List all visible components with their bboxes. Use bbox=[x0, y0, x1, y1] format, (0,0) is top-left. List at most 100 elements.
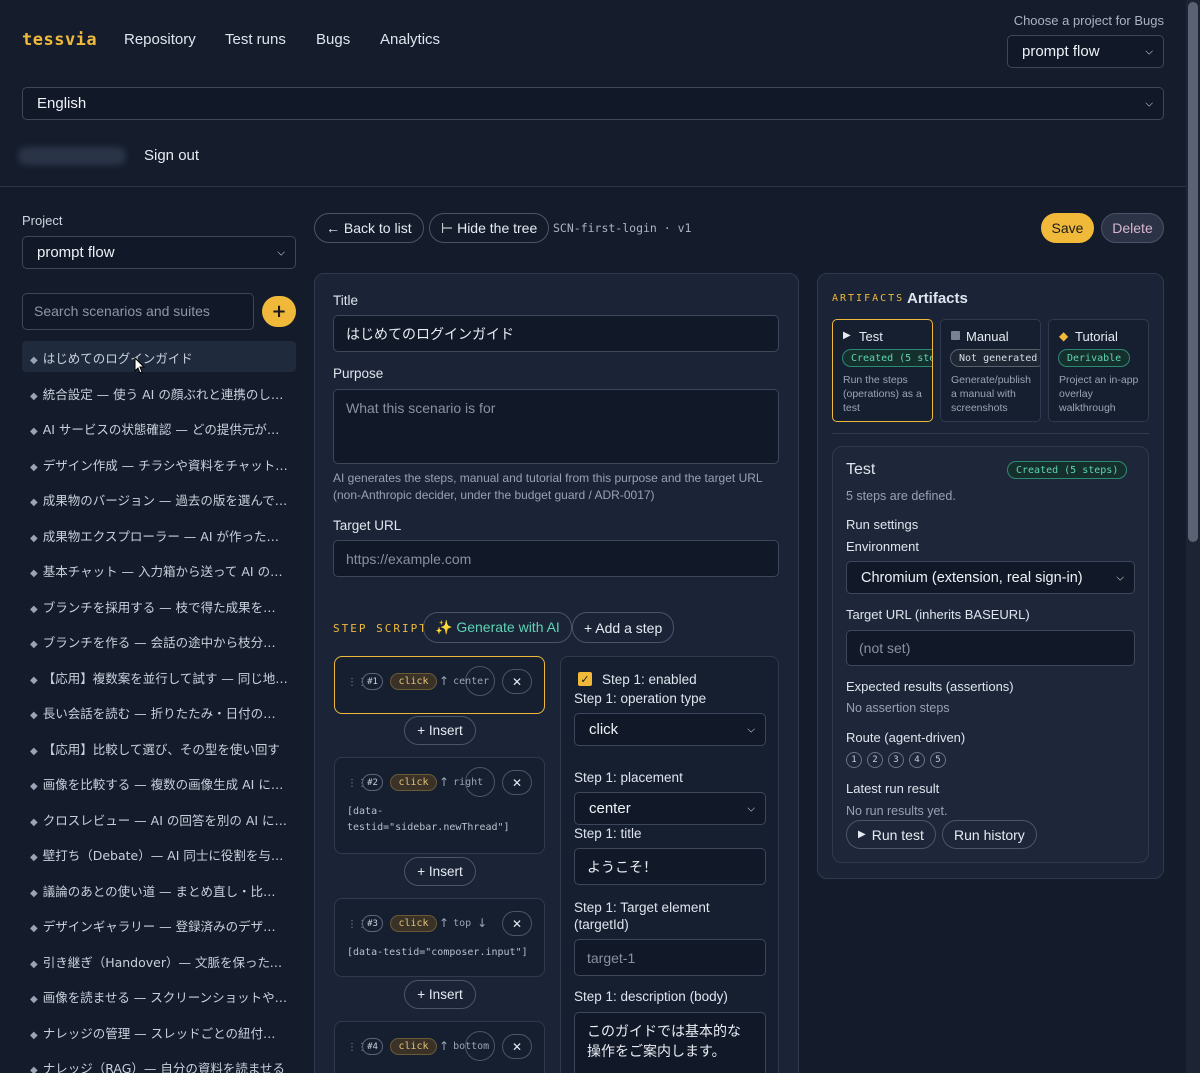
nav-bugs[interactable]: Bugs bbox=[316, 31, 350, 48]
add-step-button[interactable]: + Add a step bbox=[572, 612, 675, 643]
move-down-button[interactable] bbox=[465, 1031, 495, 1061]
scenario-search-input[interactable]: Search scenarios and suites bbox=[22, 293, 254, 330]
nav-analytics[interactable]: Analytics bbox=[380, 31, 440, 48]
route-step[interactable]: 2 bbox=[867, 752, 883, 768]
target-url-label: Target URL bbox=[333, 518, 402, 533]
scenario-list-item[interactable]: ◆ AI サービスの状態確認 — どの提供元が使えるか bbox=[22, 412, 296, 443]
step-card-2[interactable]: ⋮⋮ #2 click ↑ right ✕ [data-testid="side… bbox=[334, 757, 545, 854]
page-scrollbar[interactable] bbox=[1186, 0, 1200, 1073]
route-step[interactable]: 1 bbox=[846, 752, 862, 768]
test-target-url-input[interactable]: (not set) bbox=[846, 630, 1135, 666]
title-input[interactable]: はじめてのログインガイド bbox=[333, 315, 779, 352]
top-header: tessvia Repository Test runs Bugs Analyt… bbox=[0, 0, 1186, 187]
bug-project-select-value: prompt flow bbox=[1022, 43, 1100, 60]
insert-step-button[interactable]: + Insert bbox=[404, 716, 476, 745]
scenario-list-item[interactable]: ◆ 統合設定 — 使う AI の顔ぶれと連携のしくみ bbox=[22, 377, 296, 408]
step-card-3[interactable]: ⋮⋮ #3 click ↑ top ↓ ✕ [data-testid="comp… bbox=[334, 898, 545, 977]
scenario-list-item[interactable]: ◆ ブランチを採用する — 枝で得た成果を元に戻す bbox=[22, 590, 296, 621]
artifact-card-test[interactable]: ▶ Test Created (5 steps) Run the steps (… bbox=[832, 319, 933, 422]
nav-test-runs[interactable]: Test runs bbox=[225, 31, 286, 48]
chevron-down-icon: ⌵ bbox=[1116, 572, 1124, 583]
route-step[interactable]: 5 bbox=[930, 752, 946, 768]
scenario-label: 引き継ぎ（Handover）— 文脈を保ったまま移る bbox=[42, 954, 296, 970]
generate-with-ai-button[interactable]: ✨ Generate with AI bbox=[423, 612, 572, 643]
scenario-label: ブランチを採用する — 枝で得た成果を元に戻す bbox=[42, 599, 296, 615]
remove-step-button[interactable]: ✕ bbox=[502, 669, 532, 694]
bug-project-select[interactable]: prompt flow ⌵ bbox=[1007, 35, 1164, 68]
artifact-card-manual[interactable]: Manual Not generated Generate/publish a … bbox=[940, 319, 1041, 422]
route-step[interactable]: 4 bbox=[909, 752, 925, 768]
chevron-down-icon: ⌵ bbox=[1145, 98, 1153, 109]
environment-label: Environment bbox=[846, 539, 919, 554]
scenario-list-item[interactable]: ◆ ナレッジ（RAG）— 自分の資料を読ませる bbox=[22, 1051, 296, 1073]
step-card-1[interactable]: ⋮⋮ #1 click ↑ center ✕ bbox=[334, 656, 545, 714]
sign-out-link[interactable]: Sign out bbox=[144, 147, 199, 164]
scenario-list-item[interactable]: ◆ デザインギャラリー — 登録済みのデザイン一覧 bbox=[22, 909, 296, 940]
scenario-list-item[interactable]: ◆ クロスレビュー — AI の回答を別の AI にチェック bbox=[22, 803, 296, 834]
remove-step-button[interactable]: ✕ bbox=[502, 1034, 532, 1059]
environment-select[interactable]: Chromium (extension, real sign-in) ⌵ bbox=[846, 561, 1135, 594]
brand-logo[interactable]: tessvia bbox=[22, 30, 97, 50]
project-select[interactable]: prompt flow ⌵ bbox=[22, 236, 296, 269]
step-selector: [data-testid="composer.input"] bbox=[347, 947, 528, 958]
scenario-list-item[interactable]: ◆ 基本チャット — 入力箱から送って AI の返答 bbox=[22, 554, 296, 585]
scenario-list-item[interactable]: ◆ 成果物のバージョン — 過去の版を選んで戻す bbox=[22, 483, 296, 514]
target-element-input[interactable]: target-1 bbox=[574, 939, 766, 976]
move-down-button[interactable] bbox=[465, 666, 495, 696]
divider bbox=[832, 433, 1149, 434]
run-test-button[interactable]: ▶ Run test bbox=[846, 820, 936, 849]
scenario-list-item[interactable]: ◆ ブランチを作る — 会話の途中から枝分かれ bbox=[22, 625, 296, 656]
scenario-list-item[interactable]: ◆ 引き継ぎ（Handover）— 文脈を保ったまま移る bbox=[22, 945, 296, 976]
nav-repository[interactable]: Repository bbox=[124, 31, 196, 48]
route-steps: 1 2 3 4 5 bbox=[846, 752, 951, 768]
play-icon: ▶ bbox=[858, 829, 866, 840]
save-button[interactable]: Save bbox=[1041, 213, 1094, 243]
scenario-list-item[interactable]: ◆ 長い会話を読む — 折りたたみ・日付の区切り bbox=[22, 696, 296, 727]
target-url-input[interactable]: https://example.com bbox=[333, 540, 779, 577]
scenario-list-item[interactable]: ◆ 画像を比較する — 複数の画像生成 AI に同時 bbox=[22, 767, 296, 798]
scenario-list-item[interactable]: ◆ 【応用】複数案を並行して試す — 同じ地点から bbox=[22, 661, 296, 692]
add-scenario-button[interactable]: + bbox=[262, 296, 296, 327]
run-history-button[interactable]: Run history bbox=[942, 820, 1037, 849]
remove-step-button[interactable]: ✕ bbox=[502, 911, 532, 936]
purpose-textarea[interactable]: What this scenario is for bbox=[333, 389, 779, 464]
latest-run-value: No run results yet. bbox=[846, 804, 948, 818]
step-number: #4 bbox=[362, 1038, 383, 1055]
scenario-list-item[interactable]: ◆ 議論のあとの使い道 — まとめ直し・比較表 bbox=[22, 874, 296, 905]
insert-step-button[interactable]: + Insert bbox=[404, 857, 476, 886]
scenario-label: 【応用】比較して選び、その型を使い回す bbox=[42, 741, 280, 757]
scenario-list-item[interactable]: ◆ 【応用】比較して選び、その型を使い回す bbox=[22, 732, 296, 763]
remove-step-button[interactable]: ✕ bbox=[502, 770, 532, 795]
scenario-list: ◆ はじめてのログインガイド ◆ 統合設定 — 使う AI の顔ぶれと連携のしくみ ◆ A… bbox=[22, 341, 296, 1073]
hide-tree-button[interactable]: ⊢ Hide the tree bbox=[429, 213, 550, 243]
environment-value: Chromium (extension, real sign-in) bbox=[861, 569, 1083, 586]
arrow-down-icon[interactable]: ↓ bbox=[477, 916, 487, 930]
scenario-list-item[interactable]: ◆ 壁打ち（Debate）— AI 同士に役割を与えて議論 bbox=[22, 838, 296, 869]
move-down-button[interactable] bbox=[465, 767, 495, 797]
diamond-icon: ◆ bbox=[30, 426, 38, 437]
scenario-list-item[interactable]: ◆ 画像を読ませる — スクリーンショットや写真 bbox=[22, 980, 296, 1011]
back-to-list-button[interactable]: ← Back to list bbox=[314, 213, 424, 243]
scenario-label: 成果物エクスプローラー — AI が作ったファイル bbox=[42, 528, 296, 544]
step-title-input[interactable]: ようこそ！ bbox=[574, 848, 766, 885]
placement-select[interactable]: center ⌵ bbox=[574, 792, 766, 825]
scenario-list-item[interactable]: ◆ はじめてのログインガイド bbox=[22, 341, 296, 372]
scenario-list-item[interactable]: ◆ ナレッジの管理 — スレッドごとの紐付け設定 bbox=[22, 1016, 296, 1047]
scenario-label: 成果物のバージョン — 過去の版を選んで戻す bbox=[42, 493, 296, 508]
purpose-label: Purpose bbox=[333, 366, 384, 381]
project-select-value: prompt flow bbox=[37, 244, 115, 261]
route-step[interactable]: 3 bbox=[888, 752, 904, 768]
scenario-list-item[interactable]: ◆ デザイン作成 — チラシや資料をチャットで作る bbox=[22, 448, 296, 479]
operation-type-select[interactable]: click ⌵ bbox=[574, 713, 766, 746]
step-body-textarea[interactable]: このガイドでは基本的な操作をご案内します。 bbox=[574, 1012, 766, 1073]
scenario-list-item[interactable]: ◆ 成果物エクスプローラー — AI が作ったファイル bbox=[22, 519, 296, 550]
insert-step-button[interactable]: + Insert bbox=[404, 980, 476, 1009]
scenario-label: はじめてのログインガイド bbox=[42, 351, 193, 366]
step-card-4[interactable]: ⋮⋮ #4 click ↑ bottom ✕ bbox=[334, 1021, 545, 1073]
language-select[interactable]: English ⌵ bbox=[22, 87, 1164, 120]
scrollbar-thumb[interactable] bbox=[1188, 2, 1198, 542]
expected-results-value: No assertion steps bbox=[846, 701, 950, 715]
artifact-card-tutorial[interactable]: ◆ Tutorial Derivable Project an in-app o… bbox=[1048, 319, 1149, 422]
step-enabled-checkbox[interactable]: ✓ bbox=[578, 672, 592, 686]
delete-button[interactable]: Delete bbox=[1101, 213, 1164, 243]
